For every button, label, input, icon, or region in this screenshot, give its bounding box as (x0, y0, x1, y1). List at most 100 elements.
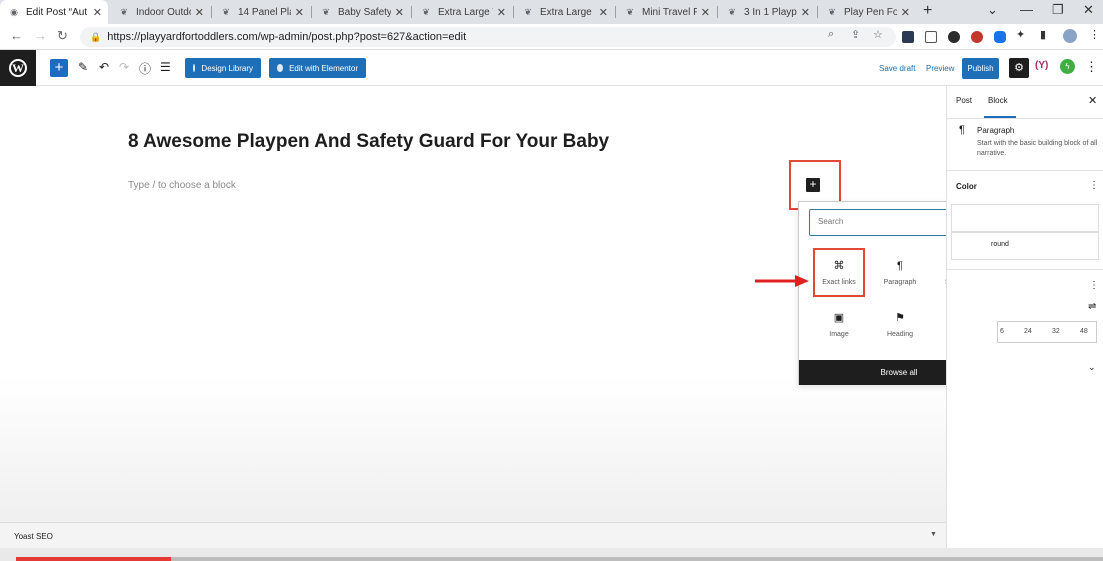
tab-title: Extra Large Pl (540, 6, 595, 18)
zoom-icon[interactable]: ⌕ (828, 28, 834, 41)
browser-tab-5[interactable]: ❦ Extra Large Pl ✕ (514, 0, 614, 24)
menu-dots-icon[interactable]: ⋮ (1089, 28, 1100, 41)
tab-post[interactable]: Post (956, 96, 972, 105)
browser-tab-0[interactable]: ◉ Edit Post “Aut ✕ (0, 0, 108, 24)
publish-button[interactable]: Publish (962, 58, 999, 79)
block-placeholder[interactable]: Type / to choose a block (128, 180, 236, 191)
list-view-icon[interactable]: ☰ (160, 60, 171, 74)
block-label: Paragraph (883, 279, 917, 286)
yoast-seo-panel[interactable]: Yoast SEO ▼ (0, 522, 946, 548)
browser-tab-2[interactable]: ❦ 14 Panel Plast ✕ (212, 0, 310, 24)
browser-tab-7[interactable]: ❦ 3 In 1 Playpen ✕ (718, 0, 816, 24)
site-icon: ❦ (626, 6, 634, 17)
avatar[interactable] (1063, 29, 1077, 43)
browser-tab-4[interactable]: ❦ Extra Large W ✕ (412, 0, 512, 24)
font-size-option[interactable]: 32 (1052, 328, 1060, 335)
info-icon[interactable]: ⓘ (139, 60, 151, 77)
extension-icon[interactable] (994, 31, 1006, 43)
color-panel-heading[interactable]: Color (956, 182, 977, 191)
tab-title: Baby Safety Ru (338, 6, 391, 18)
undo-icon[interactable]: ↶ (99, 60, 109, 74)
close-icon[interactable]: ✕ (801, 6, 810, 19)
chevron-down-icon[interactable]: ⌄ (1088, 362, 1096, 373)
block-label: Image (829, 331, 849, 338)
color-options-icon[interactable]: ⋮ (1089, 180, 1099, 191)
save-draft-button[interactable]: Save draft (879, 64, 915, 73)
bookmark-star-icon[interactable]: ☆ (873, 28, 883, 41)
font-size-option[interactable]: 48 (1080, 328, 1088, 335)
wordpress-logo-icon[interactable]: W (0, 50, 36, 86)
yoast-icon[interactable]: (Y) (1035, 60, 1048, 71)
close-icon[interactable]: ✕ (1088, 94, 1097, 107)
annotation-arrow (755, 275, 809, 287)
close-icon[interactable]: ✕ (195, 6, 204, 19)
maximize-icon[interactable]: ❐ (1052, 2, 1064, 18)
extension-icon[interactable] (948, 31, 960, 43)
design-library-button[interactable]: Design Library (185, 58, 261, 78)
divider (947, 170, 1103, 171)
close-icon[interactable]: ✕ (599, 6, 608, 19)
close-icon[interactable]: ✕ (497, 6, 506, 19)
site-icon: ❦ (728, 6, 736, 17)
forward-icon[interactable]: → (34, 28, 47, 43)
tab-title: Mini Travel Pla (642, 6, 697, 18)
divider (947, 269, 1103, 270)
site-icon: ❦ (222, 6, 230, 17)
block-heading[interactable]: ⚑ Heading (875, 310, 925, 338)
browser-toolbar: ← → ↻ 🔒 https://playyardfortoddlers.com/… (0, 24, 1103, 50)
url-text: https://playyardfortoddlers.com/wp-admin… (107, 31, 467, 43)
chevron-down-icon[interactable]: ⌄ (987, 2, 998, 18)
close-icon[interactable]: ✕ (701, 6, 710, 19)
close-icon[interactable]: ✕ (93, 6, 102, 19)
paragraph-icon: ¶ (897, 260, 903, 272)
close-icon[interactable]: ✕ (901, 6, 910, 19)
font-size-picker[interactable]: 6 24 32 48 (997, 321, 1097, 343)
share-icon[interactable]: ⇪ (851, 28, 860, 41)
browser-tab-8[interactable]: ❦ Play Pen For K ✕ (818, 0, 916, 24)
background-color-control[interactable] (951, 232, 1099, 260)
reload-icon[interactable]: ↻ (57, 28, 68, 44)
video-progress-bar (16, 557, 171, 561)
sidepanel-icon[interactable]: ▮ (1040, 28, 1046, 41)
window-close-icon[interactable]: ✕ (1083, 2, 1094, 18)
post-title[interactable]: 8 Awesome Playpen And Safety Guard For Y… (128, 131, 609, 153)
site-icon: ❦ (422, 6, 430, 17)
block-image[interactable]: ▣ Image (814, 310, 864, 338)
font-size-option[interactable]: 24 (1024, 328, 1032, 335)
browser-tab-6[interactable]: ❦ Mini Travel Pla ✕ (616, 0, 716, 24)
extension-icon[interactable] (971, 31, 983, 43)
add-block-button[interactable]: + (50, 59, 68, 77)
browser-tab-1[interactable]: ❦ Indoor Outdo ✕ (110, 0, 210, 24)
preview-button[interactable]: Preview (926, 64, 954, 73)
new-tab-icon[interactable]: + (923, 2, 932, 20)
site-icon: ❦ (828, 6, 836, 17)
performance-icon[interactable]: ϟ (1060, 59, 1075, 74)
background-label: round (991, 241, 1009, 248)
edit-pencil-icon[interactable]: ✎ (78, 60, 88, 74)
heading-icon: ⚑ (895, 312, 905, 324)
sliders-icon[interactable]: ⇌ (1088, 301, 1096, 312)
close-icon[interactable]: ✕ (395, 6, 404, 19)
typography-options-icon[interactable]: ⋮ (1089, 280, 1099, 291)
design-library-icon (193, 64, 196, 72)
font-size-option[interactable]: 6 (1000, 328, 1004, 335)
back-icon[interactable]: ← (10, 28, 23, 43)
close-icon[interactable]: ✕ (295, 6, 304, 19)
options-dots-icon[interactable]: ⋮ (1085, 59, 1098, 75)
edit-with-elementor-button[interactable]: Edit with Elementor (269, 58, 366, 78)
minimize-icon[interactable]: — (1020, 2, 1033, 17)
redo-icon[interactable]: ↷ (119, 60, 129, 74)
tab-block[interactable]: Block (988, 96, 1008, 105)
block-inserter-button[interactable]: + (806, 178, 820, 192)
caret-down-icon[interactable]: ▼ (930, 531, 937, 538)
extension-icon[interactable] (902, 31, 914, 43)
extension-icon[interactable] (925, 31, 937, 43)
block-paragraph[interactable]: ¶ Paragraph (875, 258, 925, 286)
address-bar[interactable]: 🔒 https://playyardfortoddlers.com/wp-adm… (80, 27, 896, 47)
canvas-fade (0, 376, 946, 526)
block-label: Heading (886, 331, 914, 338)
browser-tab-3[interactable]: ❦ Baby Safety Ru ✕ (312, 0, 410, 24)
puzzle-icon[interactable]: ✦ (1016, 28, 1025, 41)
text-color-control[interactable] (951, 204, 1099, 232)
settings-gear-icon[interactable]: ⚙ (1009, 58, 1029, 78)
